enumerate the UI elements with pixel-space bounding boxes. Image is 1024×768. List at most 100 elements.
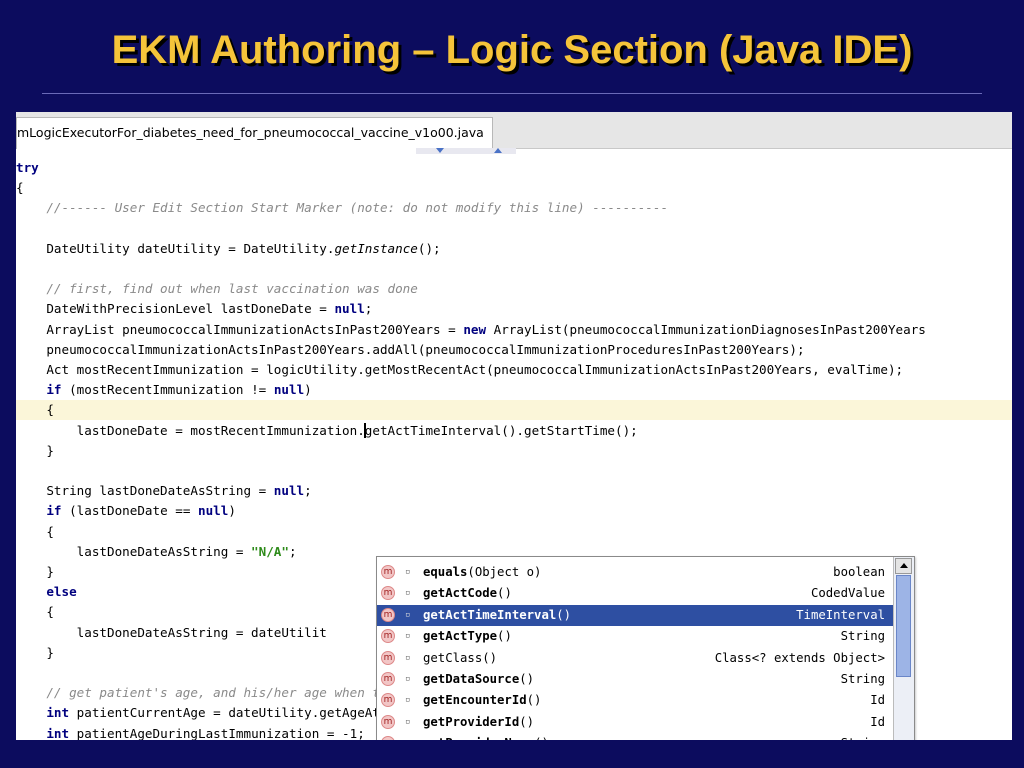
slide-title: EKM Authoring – Logic Section (Java IDE) [111, 28, 913, 72]
code-token: lastDoneDateAsString = [16, 543, 252, 559]
code-token: Act mostRecentImmunization = logicUtilit… [16, 362, 904, 377]
code-token: null [273, 483, 305, 499]
code-token: patientAgeDuringLastImmunization = -1; [69, 725, 365, 740]
code-token: else [46, 584, 77, 600]
method-icon: m [381, 736, 395, 740]
autocomplete-item-getproviderid[interactable]: m ▫ getProviderId() Id [377, 712, 893, 733]
code-token: ArrayList pneumococcalImmunizationActsIn… [16, 321, 464, 337]
code-line[interactable]: if (mostRecentImmunization != null) [16, 380, 1012, 400]
public-access-icon: ▫ [405, 588, 411, 599]
method-signature: getActCode() [423, 583, 512, 604]
method-name: getDataSource [423, 672, 520, 686]
code-line[interactable]: { [16, 522, 1012, 542]
autocomplete-item-getactcode[interactable]: m ▫ getActCode() CodedValue [377, 583, 893, 604]
code-line[interactable]: //------ User Edit Section Start Marker … [16, 198, 1012, 218]
code-token: ) [228, 503, 236, 519]
code-token: //------ User Edit Section Start Marker … [16, 200, 669, 216]
code-token: int [46, 705, 70, 721]
method-name: equals [423, 565, 468, 579]
code-line[interactable]: if (lastDoneDate == null) [16, 501, 1012, 521]
return-type: TimeInterval [796, 607, 885, 622]
code-token: lastDoneDate = mostRecentImmunization. [16, 422, 365, 438]
code-line[interactable] [16, 461, 1012, 481]
method-signature: getDataSource() [423, 669, 534, 690]
code-line[interactable]: DateWithPrecisionLevel lastDoneDate = nu… [16, 299, 1012, 319]
code-line[interactable]: } [16, 441, 1012, 461]
method-name: getActTimeInterval [423, 607, 557, 622]
code-token: { [16, 180, 24, 196]
code-line[interactable]: try [16, 158, 1012, 178]
scrollbar-thumb[interactable] [896, 575, 911, 677]
code-token: ArrayList(pneumococcalImmunizationDiagno… [486, 321, 926, 337]
code-token: getInstance [334, 240, 418, 256]
tab-java-file[interactable]: mLogicExecutorFor_diabetes_need_for_pneu… [16, 117, 493, 149]
code-token: DateWithPrecisionLevel lastDoneDate = [16, 301, 335, 317]
method-signature: getProviderName() [423, 733, 549, 740]
public-access-icon: ▫ [405, 738, 413, 740]
method-signature: getProviderId() [423, 712, 534, 733]
method-signature: getActType() [423, 626, 512, 647]
autocomplete-item-getacttimeinterval[interactable]: m ▫ getActTimeInterval() TimeInterval [377, 604, 893, 627]
public-access-icon: ▫ [405, 674, 411, 684]
scroll-up-arrow-icon[interactable] [895, 558, 912, 574]
method-signature: getActTimeInterval() [423, 605, 571, 626]
autocomplete-item-getacttype[interactable]: m ▫ getActType() String [377, 626, 893, 647]
code-token: } [16, 644, 54, 660]
code-token: { [16, 523, 54, 539]
method-icon: m [381, 672, 395, 686]
autocomplete-popup: m ▫ equals(Object o) boolean m ▫ getActCode() C… [376, 556, 915, 740]
code-line[interactable] [16, 219, 1012, 239]
title-divider [42, 93, 982, 94]
code-token: pneumococcalImmunizationActsInPast200Yea… [16, 341, 805, 357]
public-access-icon: ▫ [405, 695, 411, 706]
method-icon: m [381, 650, 395, 665]
code-token: null [273, 382, 305, 398]
code-line[interactable] [16, 259, 1012, 279]
method-args: () [526, 693, 542, 708]
code-token: getActTimeInterval().getStartTime(); [364, 422, 638, 438]
method-icon: m [381, 607, 395, 622]
autocomplete-item-equals[interactable]: m ▫ equals(Object o) boolean [377, 562, 893, 583]
chevron-up-icon[interactable] [494, 148, 502, 153]
method-name: getProviderName [423, 736, 534, 740]
method-name: getProviderId [423, 714, 520, 729]
code-line[interactable]: String lastDoneDateAsString = null; [16, 481, 1012, 501]
return-type: Id [870, 714, 885, 729]
method-signature: getClass() [423, 648, 497, 669]
code-line[interactable]: Act mostRecentImmunization = logicUtilit… [16, 360, 1012, 380]
code-token: ; [304, 483, 312, 499]
code-token: if [46, 382, 62, 398]
code-line[interactable]: { [16, 400, 1012, 421]
code-token: null [198, 503, 229, 519]
chevron-down-icon[interactable] [436, 148, 444, 153]
autocomplete-item-getclass[interactable]: m ▫ getClass() Class<? extends Object> [377, 648, 893, 669]
method-args: () [556, 607, 572, 622]
code-line[interactable]: ArrayList pneumococcalImmunizationActsIn… [16, 320, 1012, 340]
editor-tab-bar: mLogicExecutorFor_diabetes_need_for_pneu… [16, 112, 1012, 149]
public-access-icon: ▫ [405, 609, 411, 620]
method-name: getActCode [423, 586, 498, 601]
method-signature: getEncounterId() [423, 690, 541, 711]
public-access-icon: ▫ [405, 567, 411, 577]
code-line[interactable]: { [16, 178, 1012, 198]
method-name: getEncounterId [423, 693, 527, 708]
return-type: boolean [833, 565, 885, 579]
autocomplete-list: m ▫ equals(Object o) boolean m ▫ getActCode() C… [377, 557, 893, 740]
code-token: new [463, 321, 487, 337]
code-line[interactable]: pneumococcalImmunizationActsInPast200Yea… [16, 340, 1012, 360]
code-line[interactable]: // first, find out when last vaccination… [16, 279, 1012, 299]
autocomplete-item-getencounterid[interactable]: m ▫ getEncounterId() Id [377, 690, 893, 711]
method-args: () [519, 714, 535, 729]
return-type: String [841, 733, 885, 740]
method-args: () [497, 586, 512, 601]
autocomplete-item-getprovidername[interactable]: m ▫ getProviderName() String [377, 733, 893, 740]
code-line[interactable]: DateUtility dateUtility = DateUtility.ge… [16, 239, 1012, 259]
autocomplete-scrollbar[interactable] [893, 557, 914, 740]
code-token: } [16, 442, 54, 458]
method-args: (Object o) [467, 565, 542, 579]
method-name: getClass [423, 650, 483, 665]
code-line[interactable]: lastDoneDate = mostRecentImmunization.ge… [16, 421, 1012, 441]
autocomplete-item-getdatasource[interactable]: m ▫ getDataSource() String [377, 669, 893, 690]
